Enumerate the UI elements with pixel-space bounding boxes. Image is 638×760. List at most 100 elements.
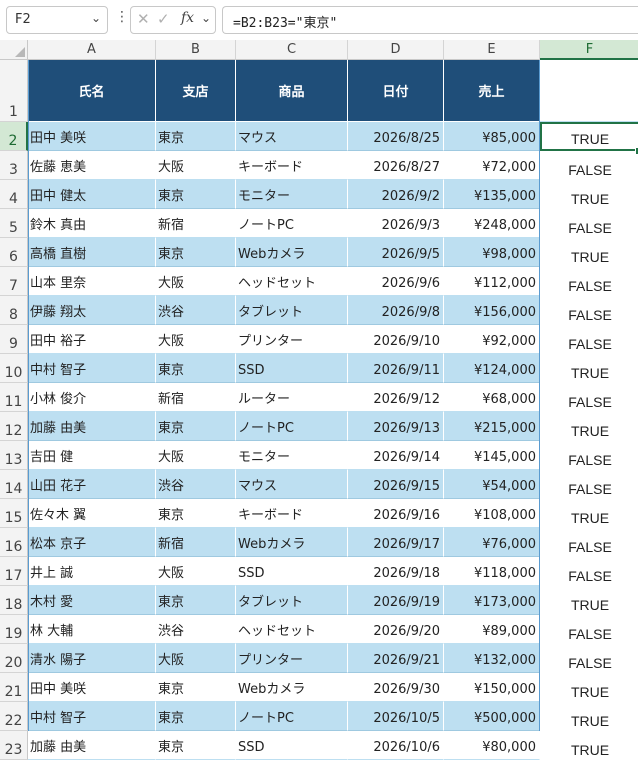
table-cell-date[interactable]: 2026/9/21: [348, 644, 444, 673]
table-cell-sales[interactable]: ¥85,000: [444, 122, 540, 151]
table-cell-product[interactable]: SSD: [236, 731, 348, 760]
row-header-13[interactable]: 13: [0, 441, 28, 470]
table-cell-name[interactable]: 高橋 直樹: [28, 238, 156, 267]
table-cell-product[interactable]: タブレット: [236, 296, 348, 325]
table-cell-date[interactable]: 2026/9/2: [348, 180, 444, 209]
result-cell[interactable]: TRUE: [540, 731, 638, 760]
table-cell-branch[interactable]: 新宿: [156, 528, 236, 557]
column-header-c[interactable]: C: [236, 40, 348, 60]
table-cell-name[interactable]: 田中 美咲: [28, 673, 156, 702]
row-header-18[interactable]: 18: [0, 586, 28, 615]
table-header-cell[interactable]: 支店: [156, 60, 236, 122]
row-header-15[interactable]: 15: [0, 499, 28, 528]
table-cell-date[interactable]: 2026/9/19: [348, 586, 444, 615]
table-cell-branch[interactable]: 東京: [156, 180, 236, 209]
table-cell-branch[interactable]: 新宿: [156, 209, 236, 238]
row-header-12[interactable]: 12: [0, 412, 28, 441]
table-header-cell[interactable]: 売上: [444, 60, 540, 122]
result-cell[interactable]: TRUE: [540, 412, 638, 441]
table-cell-sales[interactable]: ¥248,000: [444, 209, 540, 238]
result-cell[interactable]: FALSE: [540, 383, 638, 412]
table-cell-sales[interactable]: ¥132,000: [444, 644, 540, 673]
table-cell-name[interactable]: 鈴木 真由: [28, 209, 156, 238]
table-cell-name[interactable]: 田中 裕子: [28, 325, 156, 354]
table-cell-product[interactable]: モニター: [236, 180, 348, 209]
table-cell-date[interactable]: 2026/9/12: [348, 383, 444, 412]
table-cell-product[interactable]: SSD: [236, 557, 348, 586]
result-cell[interactable]: TRUE: [540, 499, 638, 528]
row-header-23[interactable]: 23: [0, 731, 28, 760]
table-cell-name[interactable]: 山本 里奈: [28, 267, 156, 296]
result-cell[interactable]: FALSE: [540, 267, 638, 296]
result-cell[interactable]: FALSE: [540, 644, 638, 673]
table-cell-branch[interactable]: 東京: [156, 586, 236, 615]
table-cell-date[interactable]: 2026/9/13: [348, 412, 444, 441]
table-cell-branch[interactable]: 東京: [156, 702, 236, 731]
table-header-cell[interactable]: 日付: [348, 60, 444, 122]
table-cell-name[interactable]: 中村 智子: [28, 354, 156, 383]
table-cell-product[interactable]: SSD: [236, 354, 348, 383]
table-cell-product[interactable]: ノートPC: [236, 412, 348, 441]
table-cell-branch[interactable]: 東京: [156, 354, 236, 383]
table-cell-sales[interactable]: ¥145,000: [444, 441, 540, 470]
column-header-a[interactable]: A: [28, 40, 156, 60]
table-cell-sales[interactable]: ¥92,000: [444, 325, 540, 354]
result-cell[interactable]: FALSE: [540, 296, 638, 325]
table-cell-date[interactable]: 2026/9/6: [348, 267, 444, 296]
table-cell-sales[interactable]: ¥80,000: [444, 731, 540, 760]
table-cell-product[interactable]: Webカメラ: [236, 673, 348, 702]
table-cell-product[interactable]: タブレット: [236, 586, 348, 615]
table-cell-name[interactable]: 加藤 由美: [28, 731, 156, 760]
table-cell-name[interactable]: 田中 美咲: [28, 122, 156, 151]
row-header-20[interactable]: 20: [0, 644, 28, 673]
table-cell-sales[interactable]: ¥150,000: [444, 673, 540, 702]
result-cell[interactable]: FALSE: [540, 209, 638, 238]
row-header-8[interactable]: 8: [0, 296, 28, 325]
result-cell[interactable]: FALSE: [540, 557, 638, 586]
row-header-6[interactable]: 6: [0, 238, 28, 267]
column-header-e[interactable]: E: [444, 40, 540, 60]
table-cell-product[interactable]: ノートPC: [236, 209, 348, 238]
table-cell-branch[interactable]: 東京: [156, 499, 236, 528]
table-cell-date[interactable]: 2026/8/27: [348, 151, 444, 180]
table-cell-product[interactable]: ヘッドセット: [236, 615, 348, 644]
table-cell-product[interactable]: プリンター: [236, 325, 348, 354]
chevron-down-icon[interactable]: ⌄: [201, 11, 211, 25]
result-cell[interactable]: TRUE: [540, 122, 638, 151]
result-cell[interactable]: FALSE: [540, 470, 638, 499]
checkmark-icon[interactable]: ✓: [157, 10, 170, 28]
table-cell-sales[interactable]: ¥108,000: [444, 499, 540, 528]
table-cell-date[interactable]: 2026/9/11: [348, 354, 444, 383]
table-cell-product[interactable]: ルーター: [236, 383, 348, 412]
table-cell-product[interactable]: ヘッドセット: [236, 267, 348, 296]
table-cell-date[interactable]: 2026/10/6: [348, 731, 444, 760]
row-header-21[interactable]: 21: [0, 673, 28, 702]
result-cell[interactable]: TRUE: [540, 354, 638, 383]
table-cell-product[interactable]: キーボード: [236, 151, 348, 180]
table-cell-branch[interactable]: 大阪: [156, 325, 236, 354]
table-cell-sales[interactable]: ¥98,000: [444, 238, 540, 267]
cancel-icon[interactable]: ✕: [137, 10, 150, 28]
table-cell-date[interactable]: 2026/9/5: [348, 238, 444, 267]
table-cell-date[interactable]: 2026/9/15: [348, 470, 444, 499]
table-cell-sales[interactable]: ¥112,000: [444, 267, 540, 296]
table-cell-branch[interactable]: 大阪: [156, 644, 236, 673]
row-header-16[interactable]: 16: [0, 528, 28, 557]
table-cell-date[interactable]: 2026/9/17: [348, 528, 444, 557]
row-header-14[interactable]: 14: [0, 470, 28, 499]
row-header-5[interactable]: 5: [0, 209, 28, 238]
result-cell[interactable]: TRUE: [540, 702, 638, 731]
table-cell-date[interactable]: 2026/10/5: [348, 702, 444, 731]
header-cell-f[interactable]: [540, 60, 638, 122]
column-header-d[interactable]: D: [348, 40, 444, 60]
table-cell-name[interactable]: 佐々木 翼: [28, 499, 156, 528]
table-cell-name[interactable]: 加藤 由美: [28, 412, 156, 441]
row-header-11[interactable]: 11: [0, 383, 28, 412]
table-cell-name[interactable]: 井上 誠: [28, 557, 156, 586]
row-header-22[interactable]: 22: [0, 702, 28, 731]
result-cell[interactable]: FALSE: [540, 325, 638, 354]
table-cell-sales[interactable]: ¥118,000: [444, 557, 540, 586]
insert-function-icon[interactable]: fx: [181, 10, 194, 26]
table-cell-date[interactable]: 2026/9/30: [348, 673, 444, 702]
table-cell-branch[interactable]: 渋谷: [156, 615, 236, 644]
